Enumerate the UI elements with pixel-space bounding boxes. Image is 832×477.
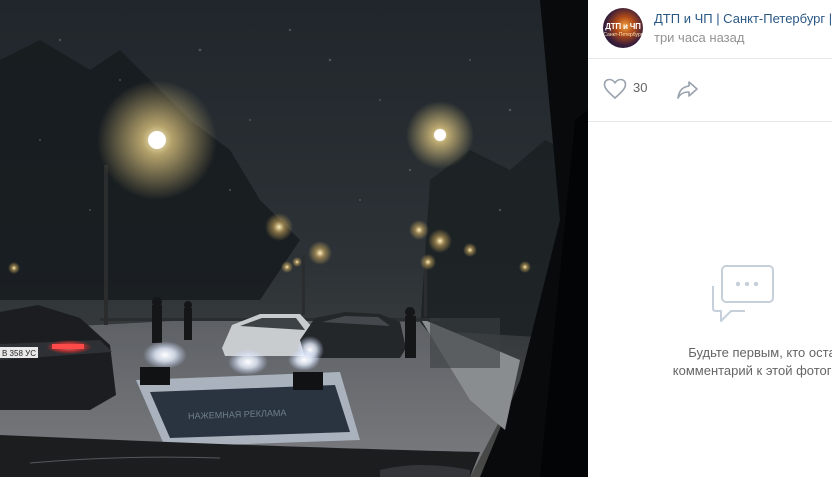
license-plate-text: В 358 УС xyxy=(2,349,36,358)
post-actions: 30 xyxy=(588,59,832,121)
share-button[interactable] xyxy=(676,78,700,100)
group-name-link[interactable]: ДТП и ЧП | Санкт-Петербург | xyxy=(654,11,832,26)
heart-icon xyxy=(603,78,627,100)
post-header: ДТП и ЧП Санкт-Петербург ДТП и ЧП | Санк… xyxy=(588,0,832,58)
chat-bubble-icon xyxy=(712,265,774,322)
post-info-panel: ДТП и ЧП Санкт-Петербург ДТП и ЧП | Санк… xyxy=(588,0,832,477)
group-avatar[interactable]: ДТП и ЧП Санкт-Петербург xyxy=(603,8,643,48)
share-arrow-icon xyxy=(677,81,698,99)
post-photo[interactable]: В 358 УС НАЖЕМНАЯ РЕКЛАМА xyxy=(0,0,588,477)
empty-comments-text: Будьте первым, кто оставит комментарий к… xyxy=(642,344,832,380)
empty-line-2: комментарий к этой фотографии xyxy=(672,363,832,378)
comments-empty-state: Будьте первым, кто оставит комментарий к… xyxy=(588,122,832,477)
post-time[interactable]: три часа назад xyxy=(654,30,744,45)
like-count: 30 xyxy=(633,80,648,95)
night-road-accident-photo: В 358 УС НАЖЕМНАЯ РЕКЛАМА xyxy=(0,0,588,477)
avatar-subtitle: Санкт-Петербург xyxy=(603,32,643,38)
avatar-title: ДТП и ЧП xyxy=(605,22,641,31)
empty-line-1: Будьте первым, кто оставит xyxy=(688,345,832,360)
